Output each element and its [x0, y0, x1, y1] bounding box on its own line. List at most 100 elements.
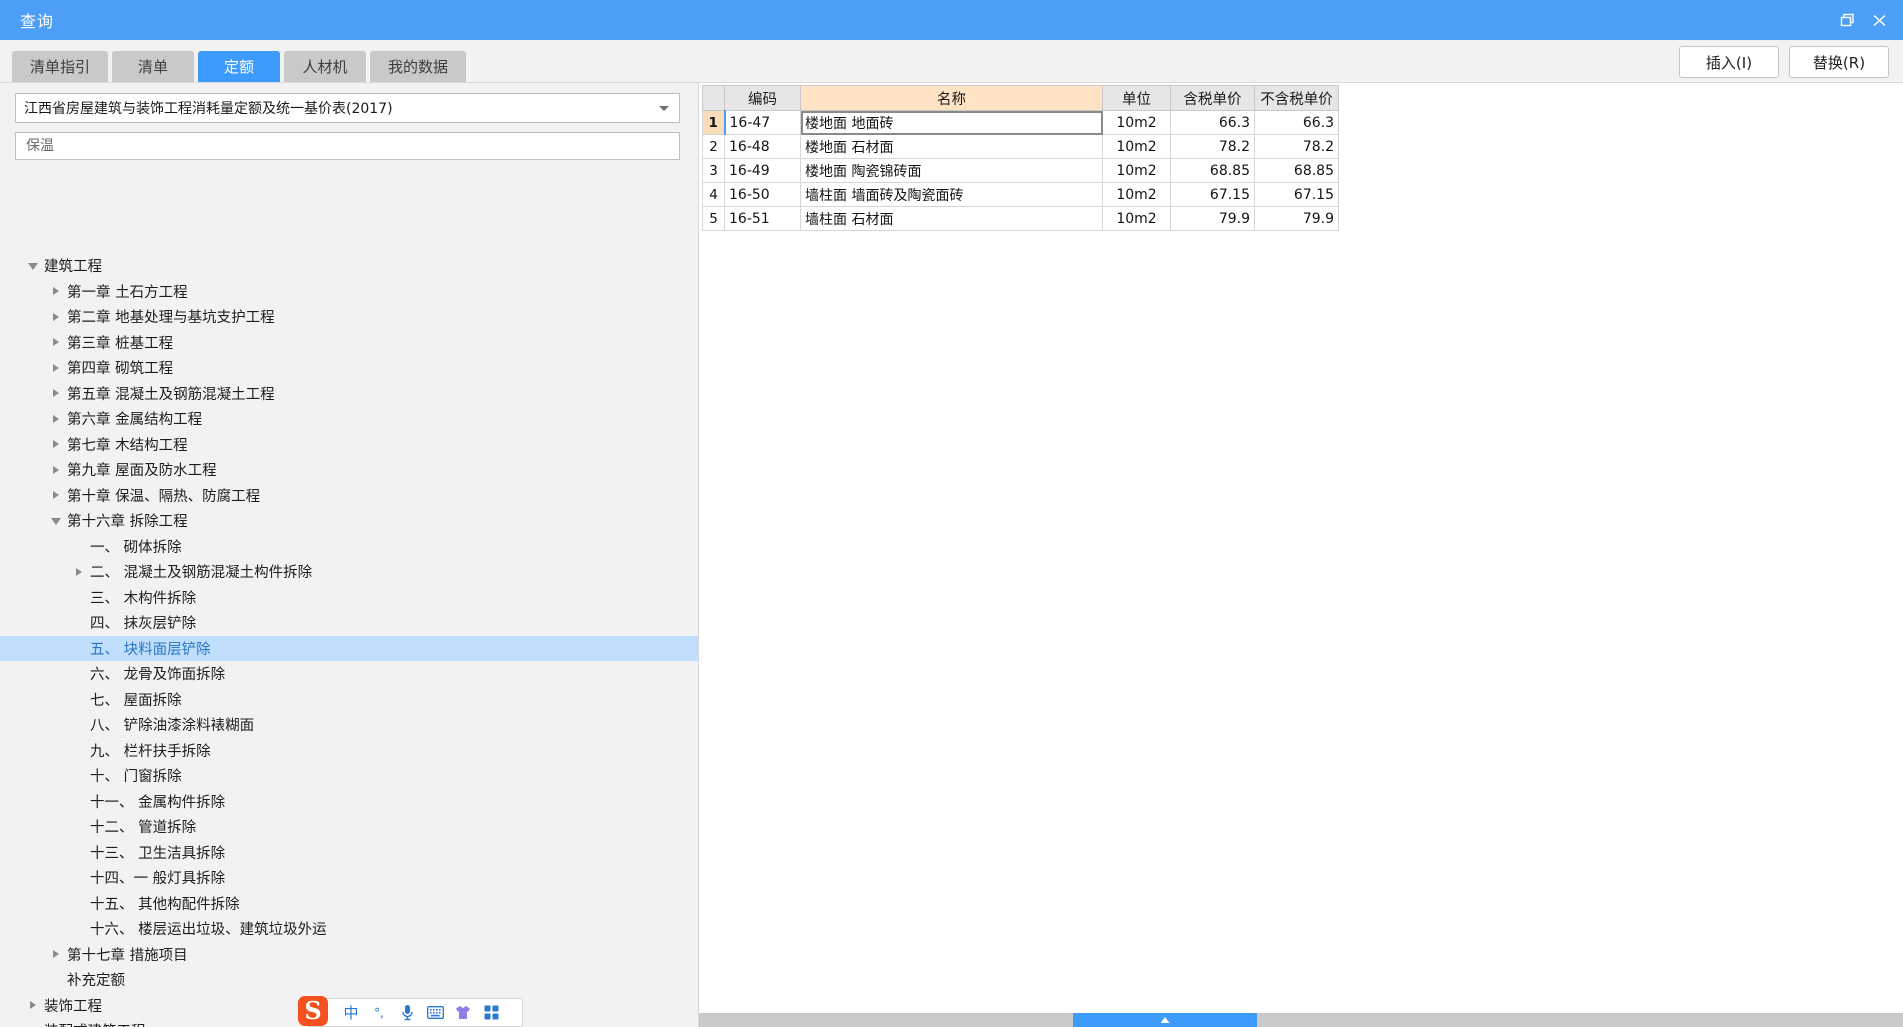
insert-button[interactable]: 插入(I)	[1679, 46, 1779, 78]
replace-button[interactable]: 替换(R)	[1789, 46, 1889, 78]
tree-item[interactable]: 五、 块料面层铲除	[0, 635, 698, 661]
tab-dinge[interactable]: 定额	[198, 51, 281, 82]
cell-unit[interactable]: 10m2	[1102, 206, 1171, 231]
tree-item[interactable]: 十二、 管道拆除	[0, 814, 698, 840]
cell-code[interactable]: 16-49	[724, 158, 801, 183]
tree-item[interactable]: 第一章 土石方工程	[0, 279, 698, 305]
column-header-price-with-tax[interactable]: 含税单价	[1170, 85, 1255, 111]
cell-unit[interactable]: 10m2	[1102, 182, 1171, 207]
column-header-code[interactable]: 编码	[724, 85, 801, 111]
cell-price-with-tax[interactable]: 67.15	[1170, 182, 1255, 207]
tab-rencaiji[interactable]: 人材机	[284, 51, 367, 82]
cell-name[interactable]: 楼地面 陶瓷锦砖面	[800, 158, 1103, 183]
chevron-collapsed-icon[interactable]	[49, 947, 63, 961]
restore-window-icon[interactable]	[1831, 5, 1863, 35]
cell-price-without-tax[interactable]: 79.9	[1254, 206, 1339, 231]
tree-item[interactable]: 第七章 木结构工程	[0, 432, 698, 458]
chevron-expanded-icon[interactable]	[26, 259, 40, 273]
close-icon[interactable]	[1863, 5, 1895, 35]
table-row[interactable]: 3 16-49 楼地面 陶瓷锦砖面 10m2 68.85 68.85	[702, 158, 1339, 183]
tree-item[interactable]: 十四、一 般灯具拆除	[0, 865, 698, 891]
cell-name[interactable]: 楼地面 石材面	[800, 134, 1103, 159]
chevron-down-icon[interactable]	[659, 106, 669, 111]
tree-item[interactable]: 十五、 其他构配件拆除	[0, 891, 698, 917]
cell-row-number[interactable]: 5	[702, 206, 725, 231]
cell-row-number[interactable]: 3	[702, 158, 725, 183]
tree-item[interactable]: 八、 铲除油漆涂料裱糊面	[0, 712, 698, 738]
microphone-icon[interactable]	[393, 1000, 421, 1026]
chevron-collapsed-icon[interactable]	[49, 437, 63, 451]
cell-price-with-tax[interactable]: 66.3	[1170, 110, 1255, 135]
table-row[interactable]: 5 16-51 墙柱面 石材面 10m2 79.9 79.9	[702, 206, 1339, 231]
table-row[interactable]: 4 16-50 墙柱面 墙面砖及陶瓷面砖 10m2 67.15 67.15	[702, 182, 1339, 207]
search-input[interactable]	[24, 137, 679, 155]
tree-item[interactable]: 十、 门窗拆除	[0, 763, 698, 789]
tree-item[interactable]: 第十六章 拆除工程	[0, 508, 698, 534]
tree-item[interactable]: 九、 栏杆扶手拆除	[0, 738, 698, 764]
tree-item[interactable]: 十三、 卫生洁具拆除	[0, 840, 698, 866]
chevron-collapsed-icon[interactable]	[26, 998, 40, 1012]
cell-price-without-tax[interactable]: 66.3	[1254, 110, 1339, 135]
tree-item[interactable]: 第六章 金属结构工程	[0, 406, 698, 432]
tree-item[interactable]: 十六、 楼层运出垃圾、建筑垃圾外运	[0, 916, 698, 942]
chevron-collapsed-icon[interactable]	[49, 488, 63, 502]
cell-row-number[interactable]: 4	[702, 182, 725, 207]
column-header-name[interactable]: 名称	[800, 85, 1103, 111]
library-select[interactable]: 江西省房屋建筑与装饰工程消耗量定额及统一基价表(2017)	[15, 93, 680, 123]
search-box[interactable]	[15, 132, 680, 160]
tree-item[interactable]: 第十七章 措施项目	[0, 942, 698, 968]
cell-unit[interactable]: 10m2	[1102, 110, 1171, 135]
chevron-expanded-icon[interactable]	[49, 514, 63, 528]
tree-item[interactable]: 七、 屋面拆除	[0, 687, 698, 713]
tab-wodeshuju[interactable]: 我的数据	[370, 51, 467, 82]
cell-code[interactable]: 16-51	[724, 206, 801, 231]
tree-item[interactable]: 第九章 屋面及防水工程	[0, 457, 698, 483]
column-header-price-without-tax[interactable]: 不含税单价	[1254, 85, 1339, 111]
cell-code[interactable]: 16-48	[724, 134, 801, 159]
cell-unit[interactable]: 10m2	[1102, 158, 1171, 183]
cell-price-with-tax[interactable]: 68.85	[1170, 158, 1255, 183]
skin-icon[interactable]	[449, 1000, 477, 1026]
chevron-collapsed-icon[interactable]	[49, 386, 63, 400]
chevron-collapsed-icon[interactable]	[49, 361, 63, 375]
cell-price-without-tax[interactable]: 68.85	[1254, 158, 1339, 183]
ime-toolbar[interactable]: 中 °,	[306, 998, 523, 1027]
tree-item[interactable]: 第五章 混凝土及钢筋混凝土工程	[0, 381, 698, 407]
tree-item[interactable]: 三、 木构件拆除	[0, 585, 698, 611]
tree-item[interactable]: 六、 龙骨及饰面拆除	[0, 661, 698, 687]
sogou-logo-icon[interactable]: S	[298, 996, 328, 1026]
tree-item[interactable]: 一、 砌体拆除	[0, 534, 698, 560]
tree-item[interactable]: 十一、 金属构件拆除	[0, 789, 698, 815]
toolbox-icon[interactable]	[477, 1000, 505, 1026]
cell-price-without-tax[interactable]: 67.15	[1254, 182, 1339, 207]
tab-qingdan-zhiyin[interactable]: 清单指引	[12, 51, 109, 82]
horizontal-scrollbar[interactable]	[699, 1013, 1903, 1027]
chevron-collapsed-icon[interactable]	[49, 310, 63, 324]
cell-name[interactable]: 墙柱面 墙面砖及陶瓷面砖	[800, 182, 1103, 207]
punctuation-mode-icon[interactable]: °,	[365, 1000, 393, 1026]
chinese-mode-icon[interactable]: 中	[337, 1000, 365, 1026]
cell-row-number[interactable]: 1	[702, 110, 725, 135]
tree-item[interactable]: 第三章 桩基工程	[0, 330, 698, 356]
column-header-unit[interactable]: 单位	[1102, 85, 1171, 111]
tree-item[interactable]: 二、 混凝土及钢筋混凝土构件拆除	[0, 559, 698, 585]
cell-code[interactable]: 16-50	[724, 182, 801, 207]
table-row[interactable]: 2 16-48 楼地面 石材面 10m2 78.2 78.2	[702, 134, 1339, 159]
chevron-collapsed-icon[interactable]	[49, 284, 63, 298]
tree-item[interactable]: 第二章 地基处理与基坑支护工程	[0, 304, 698, 330]
cell-code[interactable]: 16-47	[723, 110, 801, 135]
cell-price-with-tax[interactable]: 78.2	[1170, 134, 1255, 159]
table-row[interactable]: 1 16-47 楼地面 地面砖 10m2 66.3 66.3	[702, 110, 1339, 135]
tab-qingdan[interactable]: 清单	[112, 51, 195, 82]
soft-keyboard-icon[interactable]	[421, 1000, 449, 1026]
tree-item[interactable]: 补充定额	[0, 967, 698, 993]
tree-item[interactable]: 第四章 砌筑工程	[0, 355, 698, 381]
cell-price-with-tax[interactable]: 79.9	[1170, 206, 1255, 231]
cell-unit[interactable]: 10m2	[1102, 134, 1171, 159]
cell-row-number[interactable]: 2	[702, 134, 725, 159]
chevron-collapsed-icon[interactable]	[49, 335, 63, 349]
cell-name[interactable]: 楼地面 地面砖	[800, 110, 1103, 135]
cell-name[interactable]: 墙柱面 石材面	[800, 206, 1103, 231]
tree-item[interactable]: 第十章 保温、隔热、防腐工程	[0, 483, 698, 509]
chevron-collapsed-icon[interactable]	[49, 412, 63, 426]
